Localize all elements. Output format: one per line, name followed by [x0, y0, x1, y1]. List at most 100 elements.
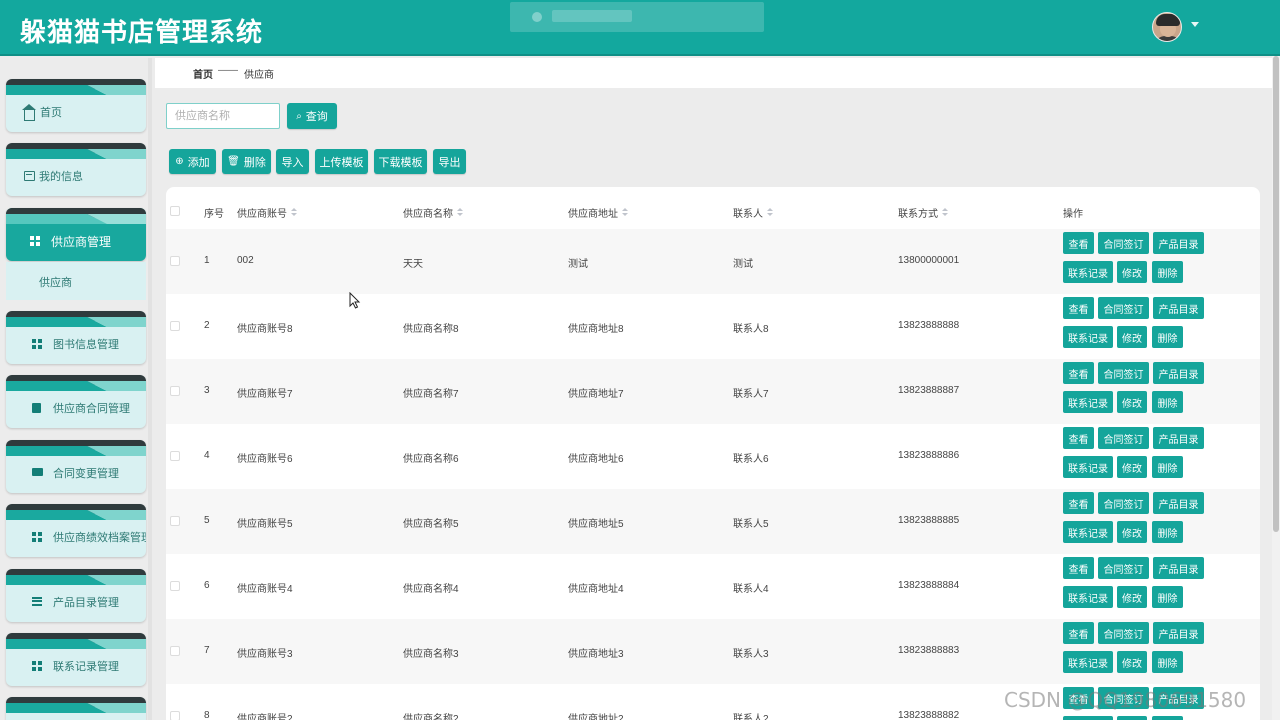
delete-row-button[interactable]: 删除	[1152, 456, 1183, 478]
sidebar-scrollbar[interactable]	[148, 58, 152, 720]
delete-button[interactable]: 🗑 删除	[222, 149, 271, 174]
row-checkbox[interactable]	[170, 256, 180, 266]
supplier-name-search-input[interactable]	[166, 103, 280, 129]
sidebar-item-product-catalog[interactable]: 产品目录管理	[6, 569, 146, 622]
contact-record-button[interactable]: 联系记录	[1063, 456, 1113, 478]
view-button[interactable]: 查看	[1063, 622, 1094, 644]
import-button[interactable]: 导入	[276, 149, 309, 174]
product-catalog-button[interactable]: 产品目录	[1153, 492, 1204, 514]
cell-account: 供应商账号3	[237, 649, 293, 660]
sort-icon[interactable]	[457, 208, 463, 217]
edit-button[interactable]: 修改	[1117, 716, 1147, 720]
product-catalog-button[interactable]: 产品目录	[1153, 232, 1204, 254]
breadcrumb-home[interactable]: 首页	[193, 66, 213, 81]
view-button[interactable]: 查看	[1063, 557, 1094, 579]
add-button[interactable]: ⊕ 添加	[169, 149, 216, 174]
sort-icon[interactable]	[622, 208, 628, 217]
sidebar-item-supplier-contract[interactable]: 供应商合同管理	[6, 375, 146, 428]
product-catalog-button[interactable]: 产品目录	[1153, 427, 1204, 449]
sort-icon[interactable]	[767, 208, 773, 217]
view-button[interactable]: 查看	[1063, 362, 1094, 384]
delete-row-button[interactable]: 删除	[1152, 261, 1183, 283]
table-row[interactable]: 7 供应商账号3 供应商名称3 供应商地址3 联系人3 13823888883 查看 合同签订…	[166, 619, 1260, 684]
contact-record-button[interactable]: 联系记录	[1063, 586, 1113, 608]
table-row[interactable]: 4 供应商账号6 供应商名称6 供应商地址6 联系人6 13823888886 查看 合同签订…	[166, 424, 1260, 489]
table-row[interactable]: 5 供应商账号5 供应商名称5 供应商地址5 联系人5 13823888885 查看 合同签订…	[166, 489, 1260, 554]
view-button[interactable]: 查看	[1063, 297, 1094, 319]
contract-sign-button[interactable]: 合同签订	[1098, 362, 1149, 384]
contract-sign-button[interactable]: 合同签订	[1098, 297, 1149, 319]
table-row[interactable]: 3 供应商账号7 供应商名称7 供应商地址7 联系人7 13823888887 查看 合同签订…	[166, 359, 1260, 424]
sidebar-item-more[interactable]	[6, 697, 146, 720]
delete-row-button[interactable]: 删除	[1152, 326, 1183, 348]
page-scrollbar[interactable]	[1272, 56, 1280, 720]
edit-button[interactable]: 修改	[1117, 651, 1147, 673]
edit-button[interactable]: 修改	[1117, 456, 1147, 478]
contract-sign-button[interactable]: 合同签订	[1098, 232, 1149, 254]
scrollbar-thumb[interactable]	[1273, 56, 1279, 532]
view-button[interactable]: 查看	[1063, 427, 1094, 449]
contract-sign-button[interactable]: 合同签订	[1098, 557, 1149, 579]
column-header-contact[interactable]: 联系人	[733, 205, 773, 220]
column-header-name[interactable]: 供应商名称	[403, 205, 463, 220]
contact-record-button[interactable]: 联系记录	[1063, 716, 1113, 720]
sidebar-item-supplier-management[interactable]: 供应商管理	[6, 208, 146, 261]
contract-sign-button[interactable]: 合同签订	[1098, 427, 1149, 449]
submenu-item-supplier[interactable]: 供应商	[6, 262, 146, 300]
row-checkbox[interactable]	[170, 646, 180, 656]
select-all-checkbox[interactable]	[170, 206, 180, 216]
delete-row-button[interactable]: 删除	[1152, 391, 1183, 413]
download-template-button[interactable]: 下载模板	[374, 149, 427, 174]
table-row[interactable]: 2 供应商账号8 供应商名称8 供应商地址8 联系人8 13823888888 查看 合同签订…	[166, 294, 1260, 359]
column-header-address[interactable]: 供应商地址	[568, 205, 628, 220]
row-checkbox[interactable]	[170, 581, 180, 591]
sidebar-item-home[interactable]: 首页	[6, 79, 146, 132]
row-checkbox[interactable]	[170, 321, 180, 331]
row-checkbox[interactable]	[170, 516, 180, 526]
sidebar-item-my-info[interactable]: 我的信息	[6, 143, 146, 196]
contact-record-button[interactable]: 联系记录	[1063, 521, 1113, 543]
sort-icon[interactable]	[291, 208, 297, 217]
sidebar-item-book-info[interactable]: 图书信息管理	[6, 311, 146, 364]
contact-record-button[interactable]: 联系记录	[1063, 326, 1113, 348]
delete-row-button[interactable]: 删除	[1152, 716, 1183, 720]
table-row[interactable]: 6 供应商账号4 供应商名称4 供应商地址4 联系人4 13823888884 查看 合同签订…	[166, 554, 1260, 619]
upload-template-button[interactable]: 上传模板	[315, 149, 368, 174]
row-checkbox[interactable]	[170, 386, 180, 396]
cell-address: 供应商地址3	[568, 649, 624, 660]
search-button[interactable]: ⌕ 查询	[287, 103, 337, 129]
edit-button[interactable]: 修改	[1117, 326, 1147, 348]
table-row[interactable]: 1 002 天天 测试 测试 13800000001 查看 合同签订 产品目录 联系记录 修改 删除	[166, 229, 1260, 294]
sidebar-item-supplier-performance[interactable]: 供应商绩效档案管理	[6, 504, 146, 557]
sidebar-item-contract-change[interactable]: 合同变更管理	[6, 440, 146, 493]
contract-sign-button[interactable]: 合同签订	[1098, 492, 1149, 514]
sort-icon[interactable]	[942, 208, 948, 217]
submenu-label: 供应商	[39, 277, 72, 289]
edit-button[interactable]: 修改	[1117, 391, 1147, 413]
edit-button[interactable]: 修改	[1117, 261, 1147, 283]
user-avatar[interactable]	[1152, 12, 1182, 42]
contact-record-button[interactable]: 联系记录	[1063, 261, 1113, 283]
product-catalog-button[interactable]: 产品目录	[1153, 297, 1204, 319]
view-button[interactable]: 查看	[1063, 232, 1094, 254]
edit-button[interactable]: 修改	[1117, 586, 1147, 608]
product-catalog-button[interactable]: 产品目录	[1153, 557, 1204, 579]
product-catalog-button[interactable]: 产品目录	[1153, 362, 1204, 384]
column-header-phone[interactable]: 联系方式	[898, 205, 948, 220]
chevron-down-icon[interactable]	[1191, 22, 1199, 27]
delete-row-button[interactable]: 删除	[1152, 521, 1183, 543]
view-button[interactable]: 查看	[1063, 492, 1094, 514]
sidebar-item-contact-records[interactable]: 联系记录管理	[6, 633, 146, 686]
contract-sign-button[interactable]: 合同签订	[1098, 622, 1149, 644]
product-catalog-button[interactable]: 产品目录	[1153, 622, 1204, 644]
delete-row-button[interactable]: 删除	[1152, 586, 1183, 608]
row-checkbox[interactable]	[170, 711, 180, 720]
export-button[interactable]: 导出	[433, 149, 466, 174]
row-checkbox[interactable]	[170, 451, 180, 461]
column-header-account[interactable]: 供应商账号	[237, 205, 297, 220]
edit-button[interactable]: 修改	[1117, 521, 1147, 543]
contact-record-button[interactable]: 联系记录	[1063, 651, 1113, 673]
cell-index: 7	[204, 645, 210, 656]
delete-row-button[interactable]: 删除	[1152, 651, 1183, 673]
contact-record-button[interactable]: 联系记录	[1063, 391, 1113, 413]
